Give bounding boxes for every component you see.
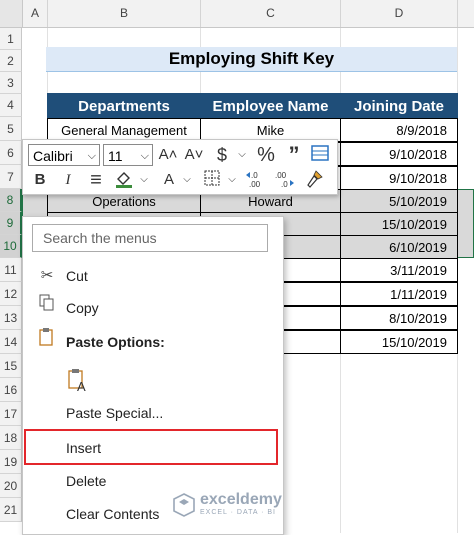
table-cell[interactable]: 1/11/2019 (340, 282, 458, 306)
paste-option-button[interactable]: A (23, 364, 283, 398)
bold-button[interactable]: B (29, 169, 51, 191)
svg-text:.0: .0 (281, 180, 288, 189)
table-cell[interactable]: 9/10/2018 (340, 166, 458, 190)
row-header[interactable]: 4 (0, 94, 22, 117)
column-header-d[interactable]: D (341, 0, 458, 27)
menu-item-label: Clear Contents (66, 506, 160, 522)
search-menus-input[interactable]: Search the menus (32, 224, 268, 252)
chevron-down-icon[interactable]: ⌵ (221, 169, 243, 191)
comma-style-button[interactable]: ” (283, 144, 305, 166)
font-size-value: 11 (108, 148, 123, 164)
column-header-c[interactable]: C (201, 0, 341, 27)
align-center-button[interactable]: ≡ (85, 169, 107, 191)
row-header[interactable]: 2 (0, 50, 22, 72)
svg-text:.00: .00 (249, 180, 261, 189)
select-all-corner[interactable] (0, 0, 23, 27)
svg-text:.00: .00 (275, 171, 287, 180)
menu-item-label: Paste Options: (66, 334, 165, 350)
row-header[interactable]: 19 (0, 450, 22, 474)
column-header-a[interactable]: A (23, 0, 48, 27)
row-header[interactable]: 16 (0, 378, 22, 402)
mini-toolbar: Calibri ⌵ 11 ⌵ A˄ A˅ $ ⌵ % ” B I ≡ ⌵ A ⌵… (22, 139, 338, 195)
row-header-selected[interactable]: 10 (0, 235, 22, 258)
svg-text:A: A (77, 379, 86, 393)
chevron-down-icon: ⌵ (140, 150, 149, 162)
row-header[interactable]: 6 (0, 141, 22, 165)
exceldemy-watermark: exceldemy EXCEL · DATA · BI (172, 491, 312, 523)
row-header[interactable]: 20 (0, 474, 22, 498)
menu-item-label: Cut (66, 268, 88, 284)
row-header[interactable]: 14 (0, 330, 22, 354)
clipboard-icon (37, 327, 57, 358)
chevron-down-icon[interactable]: ⌵ (133, 169, 155, 191)
row-header[interactable]: 11 (0, 258, 22, 282)
insert-highlight-box (24, 429, 278, 465)
watermark-tagline: EXCEL · DATA · BI (200, 509, 276, 516)
row-header[interactable]: 3 (0, 72, 22, 94)
table-cell[interactable]: 6/10/2019 (340, 235, 458, 259)
currency-format-button[interactable]: $ (211, 144, 233, 166)
row-header[interactable]: 18 (0, 426, 22, 450)
menu-item-label: Paste Special... (66, 405, 164, 421)
row-header[interactable]: 7 (0, 165, 22, 189)
menu-item-paste-options: Paste Options: (23, 327, 283, 357)
chevron-down-icon: ⌵ (87, 150, 96, 162)
row-header-selected[interactable]: 8 (0, 189, 22, 212)
scissors-icon: ✂ (40, 267, 54, 284)
row-header[interactable]: 1 (0, 28, 22, 50)
exceldemy-logo-icon (173, 493, 195, 517)
row-header[interactable]: 15 (0, 354, 22, 378)
table-cell[interactable]: 8/9/2018 (340, 118, 458, 142)
decrease-decimal-icon[interactable]: .00.0 (273, 169, 295, 191)
table-header-joining-date[interactable]: Joining Date (340, 93, 458, 118)
table-header-employee-name[interactable]: Employee Name (200, 93, 341, 118)
row-header[interactable]: 17 (0, 402, 22, 426)
table-header-departments[interactable]: Departments (47, 93, 201, 118)
svg-text:.0: .0 (251, 171, 258, 180)
watermark-name: exceldemy (200, 491, 282, 508)
table-cell[interactable]: 3/11/2019 (340, 258, 458, 282)
percent-format-button[interactable]: % (255, 144, 277, 166)
table-cell[interactable]: 8/10/2019 (340, 306, 458, 330)
row-header-selected[interactable]: 9 (0, 212, 22, 235)
table-cell[interactable]: 15/10/2019 (340, 330, 458, 354)
format-table-icon[interactable] (309, 144, 331, 166)
font-name-select[interactable]: Calibri ⌵ (28, 144, 100, 166)
fill-color-icon[interactable] (113, 169, 135, 191)
increase-font-size-button[interactable]: A˄ (157, 144, 179, 166)
table-cell[interactable]: 15/10/2019 (340, 212, 458, 236)
row-header[interactable]: 21 (0, 498, 22, 522)
font-name-value: Calibri (33, 148, 73, 164)
row-header[interactable]: 12 (0, 282, 22, 306)
borders-icon[interactable] (201, 169, 223, 191)
sheet-title[interactable]: Employing Shift Key (46, 47, 457, 72)
chevron-down-icon[interactable]: ⌵ (176, 169, 198, 191)
table-cell[interactable]: 9/10/2018 (340, 142, 458, 166)
context-menu: Search the menus ✂ Cut Copy Paste Option… (22, 216, 284, 535)
copy-icon (37, 293, 57, 323)
table-cell[interactable]: 5/10/2019 (340, 189, 458, 213)
decrease-font-size-button[interactable]: A˅ (183, 144, 205, 166)
format-painter-icon[interactable] (303, 169, 325, 191)
menu-item-copy[interactable]: Copy (23, 293, 283, 323)
menu-item-cut[interactable]: ✂ Cut (23, 261, 283, 291)
menu-item-label: Delete (66, 473, 107, 489)
row-header[interactable]: 13 (0, 306, 22, 330)
menu-item-label: Copy (66, 300, 99, 316)
column-header-b[interactable]: B (48, 0, 201, 27)
italic-button[interactable]: I (57, 169, 79, 191)
menu-item-paste-special[interactable]: Paste Special... (23, 398, 283, 428)
font-size-select[interactable]: 11 ⌵ (103, 144, 153, 166)
increase-decimal-icon[interactable]: .0.00 (245, 169, 267, 191)
column-header-bar: A B C D (0, 0, 474, 28)
chevron-down-icon[interactable]: ⌵ (231, 144, 253, 166)
row-header[interactable]: 5 (0, 117, 22, 141)
